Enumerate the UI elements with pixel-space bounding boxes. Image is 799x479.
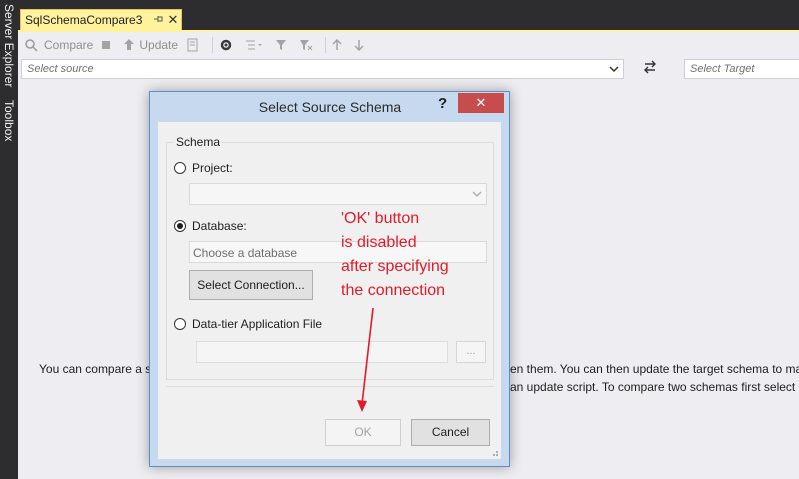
toolbox-tab[interactable]: Toolbox [1,100,17,141]
info-text-left: You can compare a s [39,362,152,376]
project-label[interactable]: Project: [192,161,233,175]
left-dock: Server Explorer Toolbox [0,0,18,479]
source-placeholder: Select source [27,63,94,75]
document-tab-strip: SqlSchemaCompare3 ✕ [18,0,799,30]
dacpac-file-field[interactable] [196,341,448,363]
annotation-line: is disabled [341,234,417,251]
database-label[interactable]: Database: [192,219,247,233]
document-tab-title: SqlSchemaCompare3 [25,13,143,27]
select-connection-button[interactable]: Select Connection... [189,270,313,300]
group-results-icon [246,40,263,49]
project-radio[interactable] [174,162,186,174]
update-icon [124,38,135,50]
script-icon [187,38,198,51]
next-change-button[interactable] [354,39,368,51]
stop-button[interactable] [101,40,115,50]
dialog-separator [166,386,494,387]
toolbar-separator [212,36,214,53]
schema-group-label: Schema [174,135,223,149]
arrow-down-icon [354,39,364,51]
source-select[interactable]: Select source [21,59,624,79]
previous-change-button[interactable] [332,38,346,51]
cancel-button[interactable]: Cancel [411,419,490,446]
chevron-down-icon [609,63,619,77]
server-explorer-tab[interactable]: Server Explorer [1,4,17,87]
compare-icon [25,38,38,52]
browse-button[interactable]: ... [456,341,486,363]
ok-button[interactable]: OK [325,419,401,446]
dialog-close-button[interactable]: ✕ [458,93,504,113]
project-combo[interactable] [189,183,487,205]
target-select[interactable]: Select Target [684,59,799,79]
resize-grip-icon[interactable] [489,447,499,457]
clear-filter-icon [300,39,313,50]
info-text-right-line2: an update script. To compare two schemas… [510,380,796,394]
help-icon[interactable]: ? [438,95,447,112]
group-results-button[interactable] [245,39,267,51]
annotation-line: 'OK' button [341,210,420,227]
dialog-title: Select Source Schema [258,99,402,115]
tab-close-icon[interactable]: ✕ [165,12,181,28]
generate-script-button[interactable] [186,38,204,52]
filter-icon [276,39,287,50]
annotation-line: the connection [341,282,446,299]
dacpac-label[interactable]: Data-tier Application File [192,317,322,331]
annotation-line: after specifying [341,258,449,275]
toolbar: Compare Update [18,32,799,57]
compare-button[interactable]: Compare [24,38,93,52]
database-placeholder: Choose a database [193,246,298,260]
filter-button[interactable] [275,39,291,51]
update-button[interactable]: Update [123,38,178,52]
annotation-text: 'OK' button is disabled after specifying… [341,207,501,303]
compare-label: Compare [44,37,94,52]
document-tab[interactable]: SqlSchemaCompare3 ✕ [20,9,182,30]
clear-filter-button[interactable] [299,39,317,51]
gear-icon [220,39,232,50]
swap-icon[interactable] [642,60,658,77]
chevron-down-icon [472,188,482,202]
dacpac-radio[interactable] [174,318,186,330]
stop-icon [102,40,111,49]
source-target-row: Select source Select Target [18,57,799,82]
update-label: Update [139,37,179,52]
database-radio[interactable] [174,220,186,232]
target-placeholder: Select Target [690,63,755,75]
options-button[interactable] [219,38,237,52]
pin-icon[interactable] [151,14,165,27]
toolbar-separator [325,36,327,53]
info-text-right-line1: en them. You can then update the target … [510,362,799,376]
arrow-up-icon [332,38,342,50]
